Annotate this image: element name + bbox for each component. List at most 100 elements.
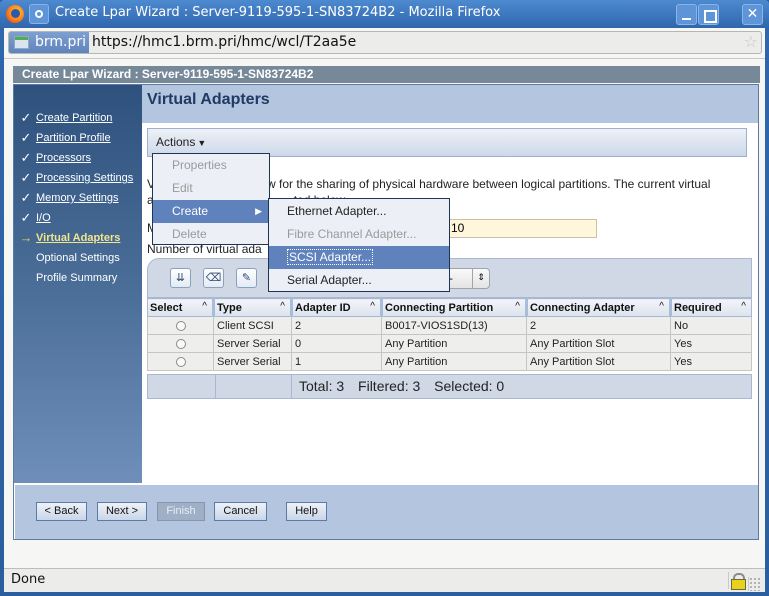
menu-item-fibre-channel-adapter: Fibre Channel Adapter... <box>287 227 417 241</box>
select-cell <box>147 334 214 353</box>
sort-icon[interactable]: ^ <box>202 301 207 312</box>
sort-icon[interactable]: ^ <box>280 301 285 312</box>
menu-item-scsi-adapter[interactable]: SCSI Adapter... <box>269 246 449 269</box>
connecting-partition-cell: Any Partition <box>381 352 527 371</box>
nav-item-processors[interactable]: ✓ Processors <box>14 149 142 167</box>
back-button[interactable]: < Back <box>36 502 87 521</box>
page-content: Create Lpar Wizard : Server-9119-595-1-S… <box>4 58 765 568</box>
column-header-adapter-id[interactable]: Adapter ID ^ <box>290 298 382 317</box>
maximize-button[interactable] <box>698 4 719 25</box>
required-cell: No <box>670 316 752 335</box>
sort-icon[interactable]: ^ <box>515 301 520 312</box>
checkmark-icon: ✓ <box>20 130 32 145</box>
menu-item-properties: Properties <box>172 158 227 172</box>
edit-sort-icon[interactable]: ✎ <box>236 268 257 288</box>
type-cell: Server Serial <box>213 334 292 353</box>
table-row: Server Serial 0 Any Partition Any Partit… <box>147 334 752 353</box>
nav-item-optional-settings: Optional Settings <box>36 252 120 264</box>
menu-item-serial-adapter[interactable]: Serial Adapter... <box>269 269 449 292</box>
window-menu-button[interactable] <box>29 4 49 24</box>
page-title: Virtual Adapters <box>147 91 270 108</box>
clear-filter-icon[interactable]: ⌫ <box>203 268 224 288</box>
wizard-nav: ✓ Create Partition ✓ Partition Profile ✓… <box>14 85 142 483</box>
nav-item-profile-summary: Profile Summary <box>36 272 118 284</box>
menu-item-delete: Delete <box>172 227 207 241</box>
page-title-bar: Virtual Adapters <box>142 85 758 123</box>
wizard-content: Virtual Adapters Actions ▼ Vw for the sha… <box>142 85 758 483</box>
column-header-type[interactable]: Type ^ <box>212 298 292 317</box>
status-text: Done <box>11 572 46 587</box>
title-bar: Create Lpar Wizard : Server-9119-595-1-S… <box>0 0 769 28</box>
column-header-connecting-adapter[interactable]: Connecting Adapter ^ <box>525 298 671 317</box>
window-title: Create Lpar Wizard : Server-9119-595-1-S… <box>55 5 501 20</box>
site-identity-icon <box>14 36 29 49</box>
table-summary: Total: 3 Filtered: 3 Selected: 0 <box>299 378 514 394</box>
type-cell: Server Serial <box>213 352 292 371</box>
minimize-button[interactable] <box>676 4 697 25</box>
create-submenu: Ethernet Adapter... Fibre Channel Adapte… <box>268 198 450 292</box>
nav-item-memory-settings[interactable]: ✓ Memory Settings <box>14 189 142 207</box>
required-cell: Yes <box>670 352 752 371</box>
sort-icon[interactable]: ^ <box>370 301 375 312</box>
actions-menu: Properties Edit Create ▶ Delete <box>152 153 270 245</box>
select-all-icon[interactable]: ⇊ <box>170 268 191 288</box>
menu-item-create[interactable]: Create ▶ <box>153 200 269 223</box>
help-button[interactable]: Help <box>286 502 327 521</box>
row-select-radio[interactable] <box>175 338 186 349</box>
connecting-adapter-cell: Any Partition Slot <box>526 352 671 371</box>
select-cell <box>147 352 214 371</box>
adapter-id-cell: 1 <box>291 352 382 371</box>
close-button[interactable]: ✕ <box>742 4 763 25</box>
nav-item-io[interactable]: ✓ I/O <box>14 209 142 227</box>
next-button[interactable]: Next > <box>97 502 147 521</box>
table-header-row: Select ^ Type ^ Adapter ID ^ Connecting Par… <box>147 298 752 317</box>
browser-window: Create Lpar Wizard : Server-9119-595-1-S… <box>0 0 769 596</box>
padlock-icon[interactable] <box>728 572 746 590</box>
row-select-radio[interactable] <box>175 320 186 331</box>
wizard-body: ✓ Create Partition ✓ Partition Profile ✓… <box>13 84 759 540</box>
url-input[interactable]: https://hmc1.brm.pri/hmc/wcl/T2aa5e <box>92 32 356 53</box>
site-identity-button[interactable]: brm.pri <box>9 32 89 53</box>
adapter-id-cell: 2 <box>291 316 382 335</box>
submenu-arrow-icon: ▶ <box>255 206 262 216</box>
select-cell <box>147 316 214 335</box>
menu-item-edit: Edit <box>172 181 193 195</box>
bookmark-star-icon[interactable]: ☆ <box>744 32 758 52</box>
select-arrows-icon: ⇕ <box>472 269 489 288</box>
row-select-radio[interactable] <box>175 356 186 367</box>
finish-button: Finish <box>157 502 205 521</box>
status-bar: Done <box>4 568 765 592</box>
checkmark-icon: ✓ <box>20 170 32 185</box>
sort-icon[interactable]: ^ <box>659 301 664 312</box>
firefox-logo-icon <box>6 5 24 23</box>
wizard-header: Create Lpar Wizard : Server-9119-595-1-S… <box>13 66 760 83</box>
sort-icon[interactable]: ^ <box>741 301 746 312</box>
cancel-button[interactable]: Cancel <box>214 502 267 521</box>
nav-item-processing-settings[interactable]: ✓ Processing Settings <box>14 169 142 187</box>
column-header-required[interactable]: Required ^ <box>669 298 752 317</box>
max-virtual-adapters-input[interactable]: 10 <box>445 219 597 238</box>
column-header-select[interactable]: Select ^ <box>147 298 214 317</box>
connecting-adapter-cell: 2 <box>526 316 671 335</box>
selected-count: Selected: 0 <box>434 378 505 394</box>
actions-menu-button[interactable]: Actions ▼ <box>156 135 206 149</box>
nav-item-create-partition[interactable]: ✓ Create Partition <box>14 109 142 127</box>
column-header-connecting-partition[interactable]: Connecting Partition ^ <box>380 298 527 317</box>
checkmark-icon: ✓ <box>20 110 32 125</box>
checkmark-icon: ✓ <box>20 210 32 225</box>
menu-item-ethernet-adapter[interactable]: Ethernet Adapter... <box>269 200 449 223</box>
required-cell: Yes <box>670 334 752 353</box>
checkmark-icon: ✓ <box>20 190 32 205</box>
current-step-arrow-icon: → <box>19 230 33 245</box>
total-count: Total: 3 <box>299 378 345 394</box>
table-summary-row: Total: 3 Filtered: 3 Selected: 0 <box>147 374 752 399</box>
connecting-adapter-cell: Any Partition Slot <box>526 334 671 353</box>
wizard-button-bar: < Back Next > Finish Cancel Help <box>15 485 758 539</box>
resize-grip[interactable] <box>748 577 762 591</box>
browser-chrome: brm.pri https://hmc1.brm.pri/hmc/wcl/T2a… <box>4 28 765 592</box>
nav-item-virtual-adapters[interactable]: → Virtual Adapters <box>14 229 142 247</box>
table-row: Client SCSI 2 B0017-VIOS1SD(13) 2 No <box>147 316 752 335</box>
url-bar[interactable]: brm.pri https://hmc1.brm.pri/hmc/wcl/T2a… <box>8 31 762 54</box>
nav-item-partition-profile[interactable]: ✓ Partition Profile <box>14 129 142 147</box>
site-identity-label: brm.pri <box>35 34 87 50</box>
